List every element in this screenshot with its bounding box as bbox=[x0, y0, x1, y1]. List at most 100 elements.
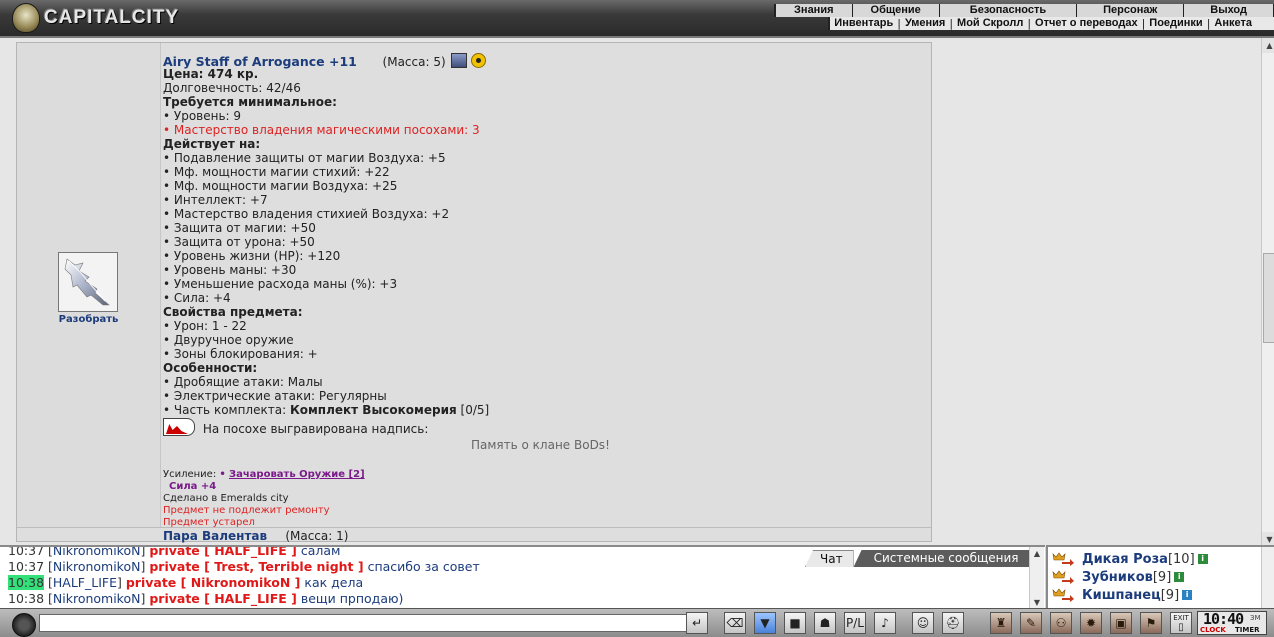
menu-knowledge[interactable]: Знания bbox=[776, 4, 853, 17]
upgrade-link[interactable]: Зачаровать Оружие [2] bbox=[229, 469, 365, 480]
chat-message: 10:38 [HALF_LIFE] private [ NikronomikoN… bbox=[8, 575, 364, 590]
scroll-up-arrow[interactable]: ▲ bbox=[1262, 38, 1274, 53]
message-time: 10:38 bbox=[8, 575, 45, 590]
message-private[interactable]: private [ NikronomikoN ] bbox=[126, 575, 301, 590]
flag-icon[interactable]: ⚑ bbox=[1140, 612, 1162, 634]
chat-panel: 10:37 [NikronomikoN] private [ HALF_LIFE… bbox=[0, 545, 1045, 610]
online-user: Дикая Роза [10] i bbox=[1052, 550, 1208, 568]
info-icon[interactable]: i bbox=[1182, 590, 1193, 600]
user-name[interactable]: Кишпанец bbox=[1082, 588, 1161, 603]
submenu-skills[interactable]: Умения bbox=[901, 17, 949, 30]
message-nick[interactable]: NikronomikoN bbox=[53, 559, 141, 574]
group-icon[interactable]: ⚇ bbox=[1050, 612, 1072, 634]
set-count: [0/5] bbox=[456, 403, 490, 417]
message-nick[interactable]: HALF_LIFE bbox=[53, 575, 117, 590]
engraving-icon bbox=[163, 418, 195, 436]
exit-button[interactable]: EXIT ▯ bbox=[1170, 612, 1192, 634]
message-private[interactable]: private [ Trest, Terrible night ] bbox=[149, 559, 363, 574]
props-heading: Свойства предмета: bbox=[163, 305, 303, 319]
scroll-map-icon[interactable]: ✎ bbox=[1020, 612, 1042, 634]
save-icon[interactable]: ■ bbox=[784, 612, 806, 634]
user-name[interactable]: Зубников bbox=[1082, 570, 1153, 585]
tab-system-messages[interactable]: Системные сообщения bbox=[854, 550, 1039, 567]
message-private[interactable]: private [ HALF_LIFE ] bbox=[149, 547, 297, 558]
engraving-row: На посохе выгравирована надпись: bbox=[163, 418, 428, 436]
scroll-thumb[interactable] bbox=[1263, 253, 1274, 343]
menu-security[interactable]: Безопасность bbox=[940, 4, 1078, 17]
chat-message: 10:37 [NikronomikoN] private [ Trest, Te… bbox=[8, 559, 480, 574]
bottom-toolbar: ↵ ⌫ ▼ ■ ☗ P/L ♪ ☺ ⛑ ♜ ✎ ⚇ ✹ ▣ ⚑ EXIT ▯ 1… bbox=[0, 608, 1274, 637]
message-private[interactable]: private [ HALF_LIFE ] bbox=[149, 591, 297, 606]
engraving-text: Память о клане BoDs! bbox=[471, 438, 610, 452]
clock-label[interactable]: CLOCK bbox=[1200, 626, 1226, 634]
effect-line: • Защита от магии: +50 bbox=[163, 221, 316, 235]
timer-label[interactable]: TIMER bbox=[1235, 626, 1260, 634]
crest-icon bbox=[12, 3, 40, 33]
music-icon[interactable]: ♪ bbox=[874, 612, 896, 634]
feature-line: • Электрические атаки: Регулярны bbox=[163, 389, 387, 403]
item-image[interactable] bbox=[58, 252, 118, 312]
upgrade-bullet: • bbox=[219, 469, 226, 480]
chat-input[interactable] bbox=[39, 614, 688, 632]
user-name[interactable]: Дикая Роза bbox=[1082, 552, 1168, 567]
bag-icon[interactable]: ♜ bbox=[990, 612, 1012, 634]
next-item-mass: (Масса: 1) bbox=[285, 529, 349, 543]
logo-text: CAPITALCITY bbox=[44, 7, 180, 28]
message-nick[interactable]: NikronomikoN bbox=[53, 547, 141, 558]
disassemble-link[interactable]: Разобрать bbox=[17, 314, 160, 325]
chat-scrollbar[interactable]: ▲ ▼ bbox=[1029, 547, 1044, 610]
lock-icon[interactable]: ▣ bbox=[1110, 612, 1132, 634]
submenu-transfer-report[interactable]: Отчет о переводах bbox=[1031, 17, 1142, 30]
fire-icon[interactable]: ✹ bbox=[1080, 612, 1102, 634]
effect-line: • Мф. мощности магии Воздуха: +25 bbox=[163, 179, 398, 193]
info-icon[interactable]: i bbox=[1174, 572, 1185, 582]
message-time: 10:37 bbox=[8, 545, 45, 558]
submenu-my-scroll[interactable]: Мой Скролл bbox=[953, 17, 1027, 30]
features-heading: Особенности: bbox=[163, 361, 258, 375]
message-nick[interactable]: NikronomikoN bbox=[53, 591, 141, 606]
filter-icon[interactable]: ▼ bbox=[754, 612, 776, 634]
submenu-duels[interactable]: Поединки bbox=[1145, 17, 1206, 30]
online-user: Кишпанец [9] i bbox=[1052, 586, 1193, 604]
menu-communication[interactable]: Общение bbox=[853, 4, 940, 17]
helmet-icon[interactable]: ⛑ bbox=[942, 612, 964, 634]
crown-arrow-icon bbox=[1052, 552, 1074, 566]
message-text: вещи прподаю) bbox=[300, 591, 404, 606]
smiley-icon[interactable]: ☺ bbox=[912, 612, 934, 634]
next-item-row: Пара Валентав (Масса: 1) bbox=[163, 529, 348, 543]
effect-line: • Уровень жизни (HP): +120 bbox=[163, 249, 341, 263]
main-menu: Знания Общение Безопасность Персонаж Вых… bbox=[774, 4, 1274, 17]
chat-scroll-up-arrow[interactable]: ▲ bbox=[1030, 547, 1044, 561]
online-list: Дикая Роза [10] i Зубников [9] i Кишпанец [9]… bbox=[1046, 545, 1274, 610]
clock-suffix: ЗМ bbox=[1250, 614, 1261, 622]
exit-label: EXIT bbox=[1173, 613, 1189, 622]
message-time: 10:38 bbox=[8, 591, 45, 606]
menu-character[interactable]: Персонаж bbox=[1077, 4, 1185, 17]
top-bar: CAPITALCITY Знания Общение Безопасность … bbox=[0, 0, 1274, 36]
effect-line: • Мф. мощности магии стихий: +22 bbox=[163, 165, 390, 179]
no-repair-note: Предмет не подлежит ремонту bbox=[163, 505, 330, 516]
eraser-icon[interactable]: ⌫ bbox=[724, 612, 746, 634]
menu-exit[interactable]: Выход bbox=[1184, 4, 1274, 17]
send-enter-icon[interactable]: ↵ bbox=[686, 612, 708, 634]
submenu-inventory[interactable]: Инвентарь bbox=[830, 17, 897, 30]
next-item-name[interactable]: Пара Валентав bbox=[163, 529, 267, 543]
info-icon[interactable]: i bbox=[1197, 554, 1208, 564]
feature-line: • Дробящие атаки: Малы bbox=[163, 375, 323, 389]
character-icon[interactable]: ☗ bbox=[814, 612, 836, 634]
main-scrollbar[interactable]: ▲ ▼ bbox=[1261, 38, 1274, 547]
require-staff-mastery: • Мастерство владения магическими посоха… bbox=[163, 123, 480, 137]
chat-tabs: Чат Системные сообщения bbox=[805, 550, 1039, 567]
message-time: 10:37 bbox=[8, 559, 45, 574]
item-info: Airy Staff of Arrogance +11 (Масса: 5) Ц… bbox=[163, 43, 929, 528]
online-scrollbar[interactable] bbox=[1261, 547, 1274, 610]
effect-line: • Уменьшение расхода маны (%): +3 bbox=[163, 277, 398, 291]
prop-line: • Зоны блокирования: + bbox=[163, 347, 318, 361]
settings-gear-icon[interactable] bbox=[12, 613, 36, 637]
submenu-profile[interactable]: Анкета bbox=[1210, 17, 1274, 30]
user-level: [9] bbox=[1152, 569, 1172, 585]
tab-chat[interactable]: Чат bbox=[805, 550, 854, 567]
gift-icon bbox=[451, 53, 468, 68]
effect-line: • Мастерство владения стихией Воздуха: +… bbox=[163, 207, 450, 221]
private-log-icon[interactable]: P/L bbox=[844, 612, 866, 634]
